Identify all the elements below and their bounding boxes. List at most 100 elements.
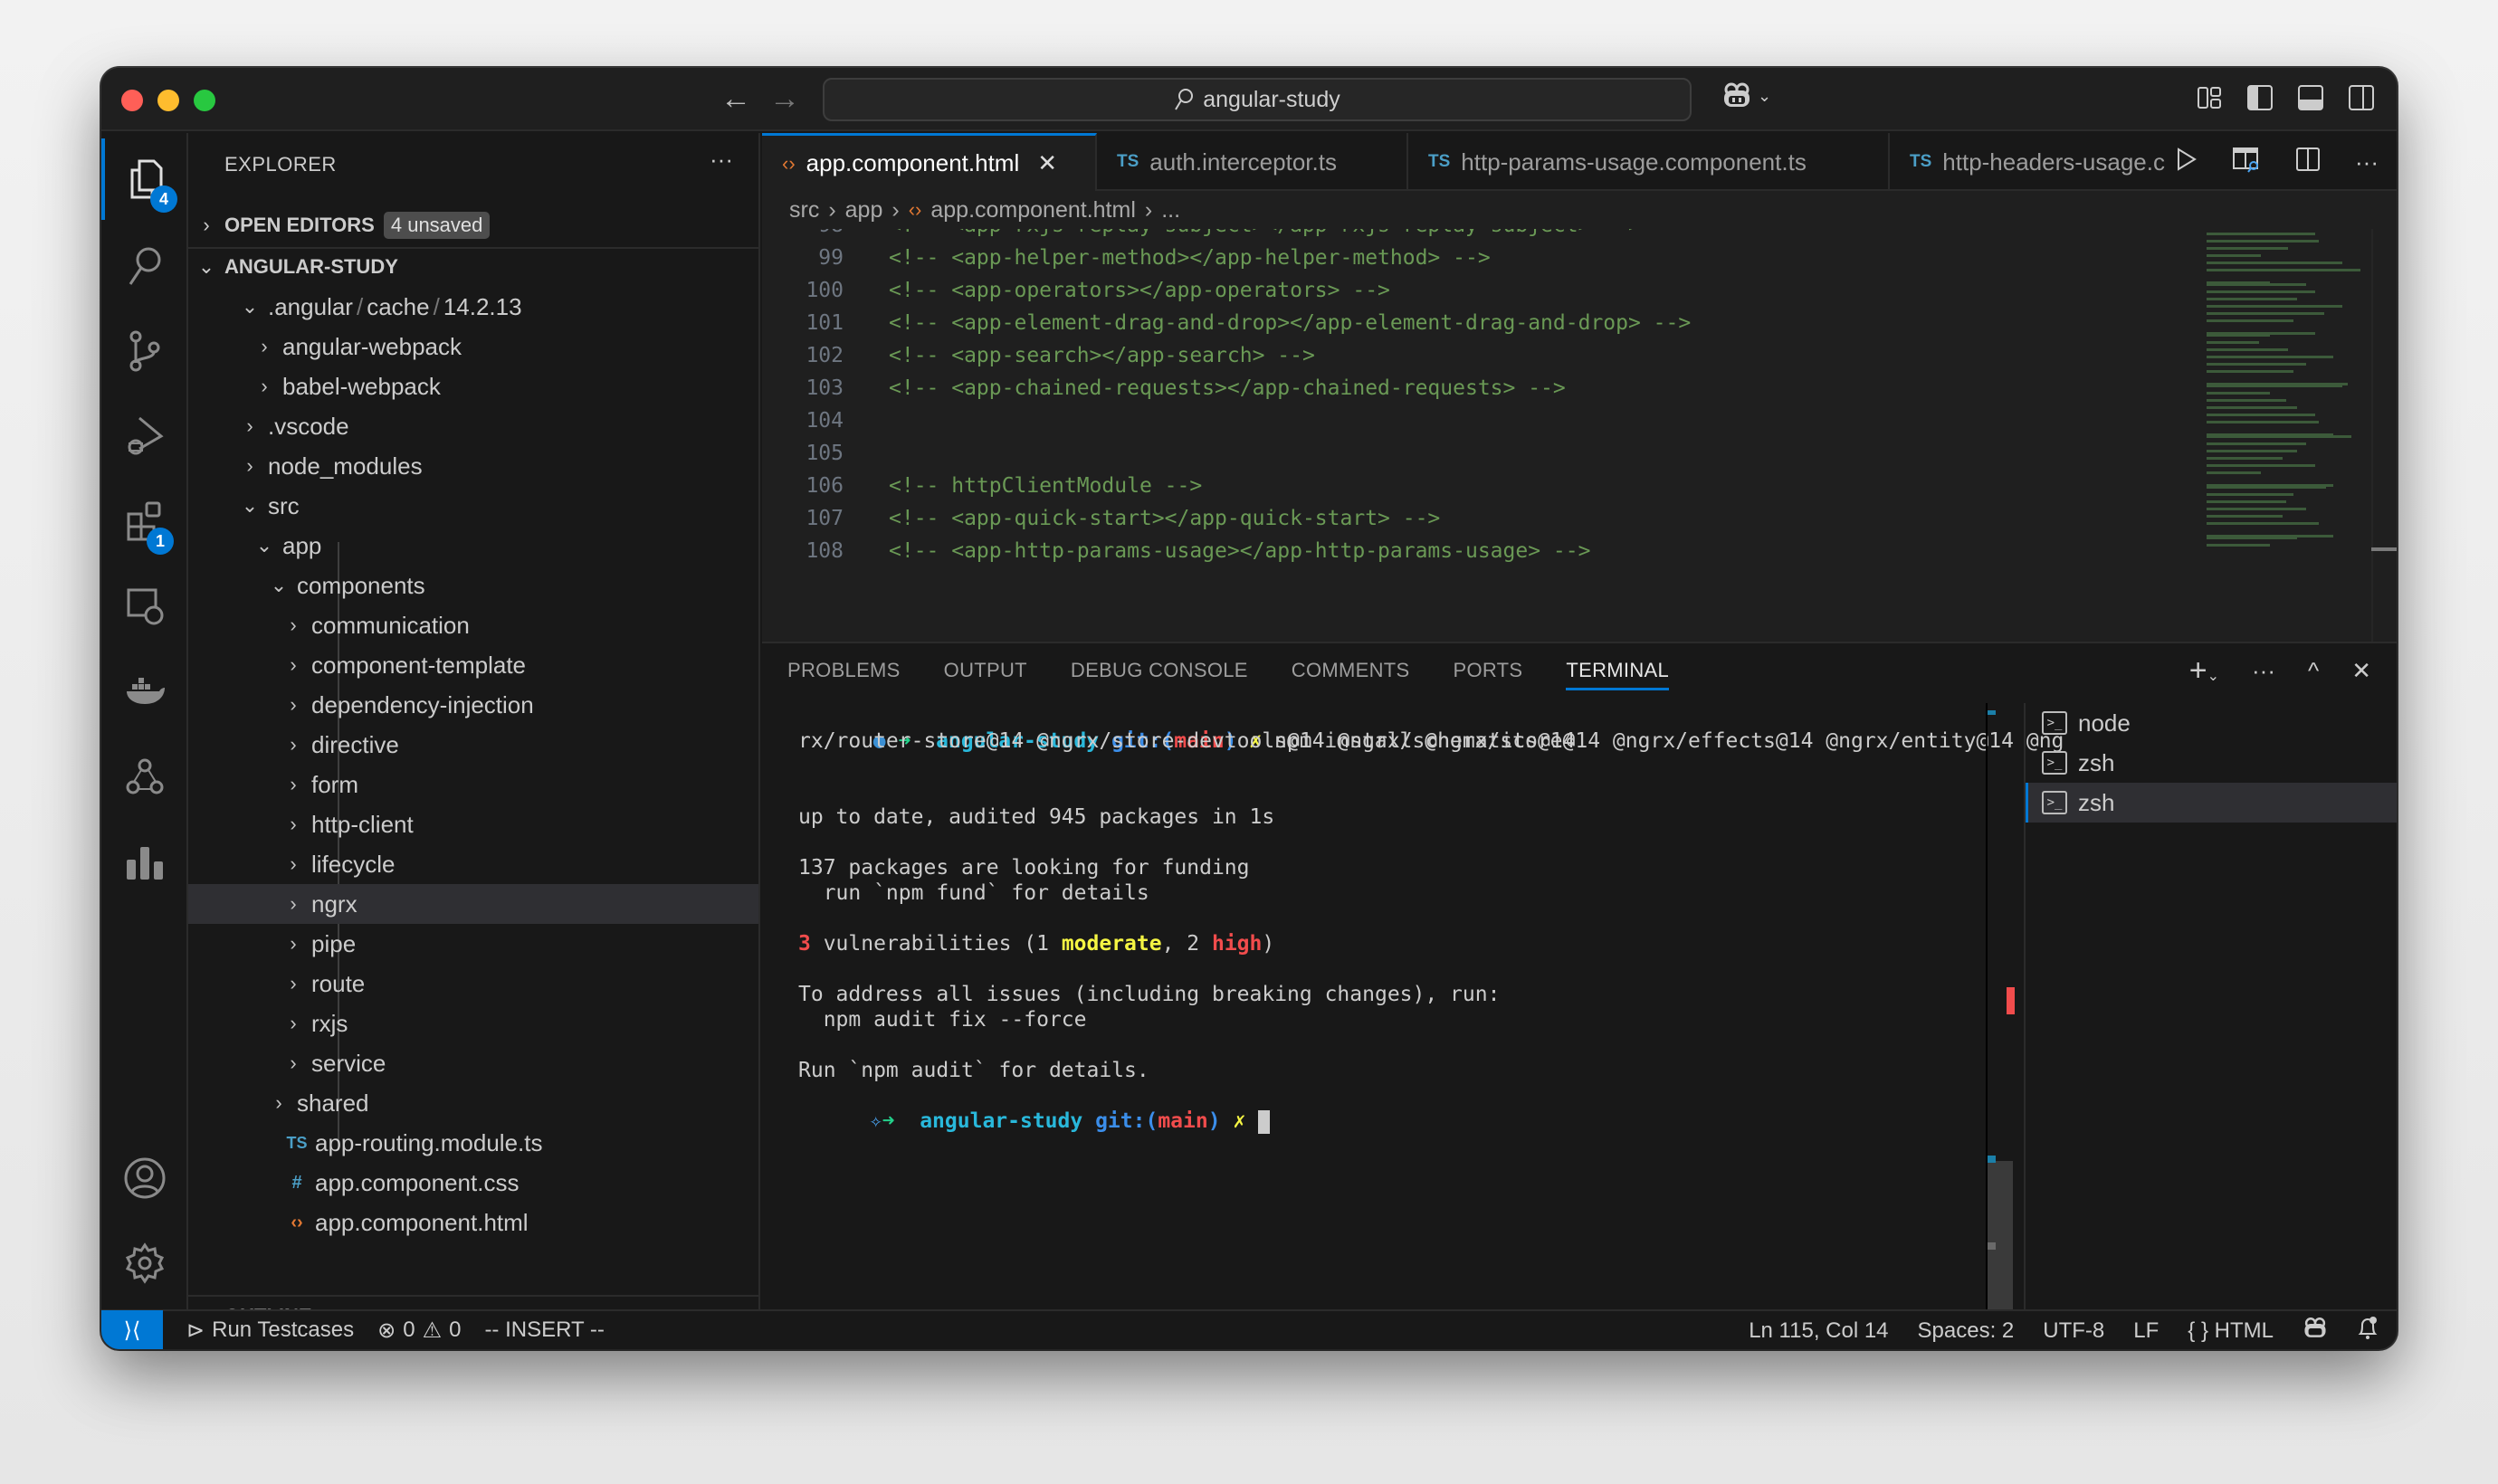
maximize-panel-button[interactable]: ^ [2308, 657, 2319, 685]
chevron-right-icon: › [828, 196, 836, 223]
panel-tab-debug-console[interactable]: DEBUG CONSOLE [1071, 643, 1248, 698]
folder-item[interactable]: › form [188, 765, 758, 804]
panel-tab-ports[interactable]: PORTS [1454, 643, 1523, 698]
new-terminal-button[interactable]: +⌄ [2189, 653, 2219, 689]
activity-extensions[interactable]: 1 [101, 480, 188, 562]
activity-docker[interactable] [101, 651, 188, 732]
folder-item[interactable]: › dependency-injection [188, 685, 758, 725]
workspace-section[interactable]: ⌄ ANGULAR-STUDY [188, 247, 758, 287]
tab-auth-interceptor[interactable]: TS auth.interceptor.ts [1097, 133, 1408, 191]
tab-http-params-usage[interactable]: TS http-params-usage.component.ts [1408, 133, 1890, 191]
go-forward-button[interactable]: → [769, 81, 800, 117]
minimize-window-button[interactable] [157, 90, 179, 111]
file-item[interactable]: # app.component.css [188, 1163, 758, 1203]
copilot-status-icon[interactable] [2303, 1317, 2328, 1346]
code-text: <!-- <app-operators></app-operators> --> [889, 279, 1390, 302]
activity-manage[interactable] [101, 1222, 188, 1304]
terminal-instance[interactable]: >_ zsh [2026, 783, 2397, 823]
file-item[interactable]: ‹› app.component.html [188, 1203, 758, 1242]
terminal-instance[interactable]: >_ node [2026, 703, 2397, 743]
folder-item[interactable]: › directive [188, 725, 758, 765]
copilot-menu-button[interactable]: ⌄ [1721, 82, 1771, 109]
go-back-button[interactable]: ← [720, 81, 751, 117]
breadcrumb-file[interactable]: app.component.html [930, 197, 1136, 224]
breadcrumb-src[interactable]: src [789, 197, 819, 224]
activity-source-control[interactable] [101, 310, 188, 392]
explorer-more-actions-button[interactable]: ··· [710, 146, 733, 174]
language-mode[interactable]: { } HTML [2188, 1318, 2274, 1344]
panel-tabs: PROBLEMS OUTPUT DEBUG CONSOLE COMMENTS PORTS… [787, 643, 1669, 698]
terminal-output[interactable]: ● ➜ angular-study git:(main) ✗ npm insta… [762, 703, 2064, 1309]
folder-item[interactable]: › babel-webpack [188, 366, 758, 406]
breadcrumb-app[interactable]: app [845, 197, 883, 224]
open-editors-section[interactable]: › OPEN EDITORS 4 unsaved [188, 205, 758, 245]
folder-item[interactable]: › service [188, 1043, 758, 1083]
activity-accounts[interactable] [101, 1137, 188, 1219]
terminal-instance-label: node [2078, 709, 2131, 737]
notifications-bell-icon[interactable] [2357, 1316, 2379, 1347]
folder-item[interactable]: › component-template [188, 645, 758, 685]
folder-item[interactable]: › angular-webpack [188, 327, 758, 366]
folder-item[interactable]: › pipe [188, 924, 758, 964]
close-panel-button[interactable]: ✕ [2351, 657, 2371, 685]
activity-analytics[interactable] [101, 821, 188, 902]
editor-scrollbar[interactable] [2371, 229, 2397, 642]
activity-gitlens[interactable] [101, 736, 188, 817]
toggle-primary-sidebar-icon[interactable] [2246, 84, 2274, 111]
close-window-button[interactable] [121, 90, 143, 111]
line-number: 98 [762, 229, 844, 237]
minimap[interactable] [2207, 229, 2369, 591]
file-item[interactable]: TS app-routing.module.ts [188, 1123, 758, 1163]
toggle-panel-icon[interactable] [2297, 84, 2324, 111]
panel-tab-comments[interactable]: COMMENTS [1292, 643, 1410, 698]
folder-item[interactable]: › .vscode [188, 406, 758, 446]
panel-tab-problems[interactable]: PROBLEMS [787, 643, 901, 698]
activity-run-debug[interactable] [101, 395, 188, 477]
folder-item[interactable]: › route [188, 964, 758, 1004]
activity-explorer[interactable]: 4 [101, 138, 188, 220]
folder-item[interactable]: › communication [188, 605, 758, 645]
panel-tab-output[interactable]: OUTPUT [944, 643, 1027, 698]
close-tab-icon[interactable]: ✕ [1037, 149, 1057, 177]
folder-item[interactable]: ⌄ src [188, 486, 758, 526]
folder-item[interactable]: › rxjs [188, 1004, 758, 1043]
indentation[interactable]: Spaces: 2 [1918, 1318, 2015, 1344]
end-of-line[interactable]: LF [2133, 1318, 2159, 1344]
terminal-scrollbar-thumb[interactable] [1988, 1161, 2013, 1309]
encoding[interactable]: UTF-8 [2043, 1318, 2104, 1344]
code-text: <!-- <app-http-params-usage></app-http-p… [889, 539, 1591, 563]
chevron-right-icon: › [290, 773, 297, 795]
maximize-window-button[interactable] [194, 90, 215, 111]
remote-indicator[interactable]: ⟩⟨ [101, 1310, 163, 1349]
folder-item[interactable]: › node_modules [188, 446, 758, 486]
run-testcases-button[interactable]: ⊳ Run Testcases [186, 1318, 354, 1344]
folder-item[interactable]: › lifecycle [188, 844, 758, 884]
cursor-position[interactable]: Ln 115, Col 14 [1749, 1318, 1888, 1344]
terminal-vulnerabilities-line: 3 vulnerabilities (1 moderate, 2 high) [798, 931, 1274, 956]
folder-item[interactable]: › shared [188, 1083, 758, 1123]
problems-status[interactable]: ⊗ 0 ⚠ 0 [377, 1318, 461, 1344]
code-editor[interactable]: 98 <!-- <app-rxjs-replay-subject></app-rx… [762, 229, 2397, 642]
customize-layout-icon[interactable] [2196, 84, 2223, 111]
folder-item[interactable]: ⌄ app [188, 526, 758, 566]
command-center-search[interactable]: angular-study [823, 78, 1692, 121]
editor-scrollbar-thumb[interactable] [2371, 547, 2397, 551]
folder-item[interactable]: ⌄ components [188, 566, 758, 605]
terminal-scrollbar[interactable] [1986, 703, 2015, 1309]
activity-remote-explorer[interactable] [101, 566, 188, 647]
split-editor-icon[interactable] [2295, 146, 2321, 179]
tab-app-component-html[interactable]: ‹› app.component.html ✕ [762, 133, 1097, 191]
breadcrumb-symbols[interactable]: ... [1161, 197, 1180, 224]
run-icon[interactable] [2176, 147, 2198, 178]
terminal-instance[interactable]: >_ zsh [2026, 743, 2397, 783]
tab-http-headers-usage[interactable]: TS http-headers-usage.c [1890, 133, 2207, 191]
folder-item[interactable]: ⌄ .angular / cache/14.2.13 [188, 287, 758, 327]
toggle-secondary-sidebar-icon[interactable] [2348, 84, 2375, 111]
folder-item[interactable]: › http-client [188, 804, 758, 844]
more-actions-icon[interactable]: ··· [2355, 148, 2379, 176]
activity-search[interactable] [101, 225, 188, 307]
open-preview-icon[interactable] [2232, 146, 2261, 179]
panel-tab-terminal[interactable]: TERMINAL [1566, 643, 1669, 698]
panel-more-button[interactable]: ··· [2252, 657, 2275, 685]
folder-item[interactable]: › ngrx [188, 884, 758, 924]
